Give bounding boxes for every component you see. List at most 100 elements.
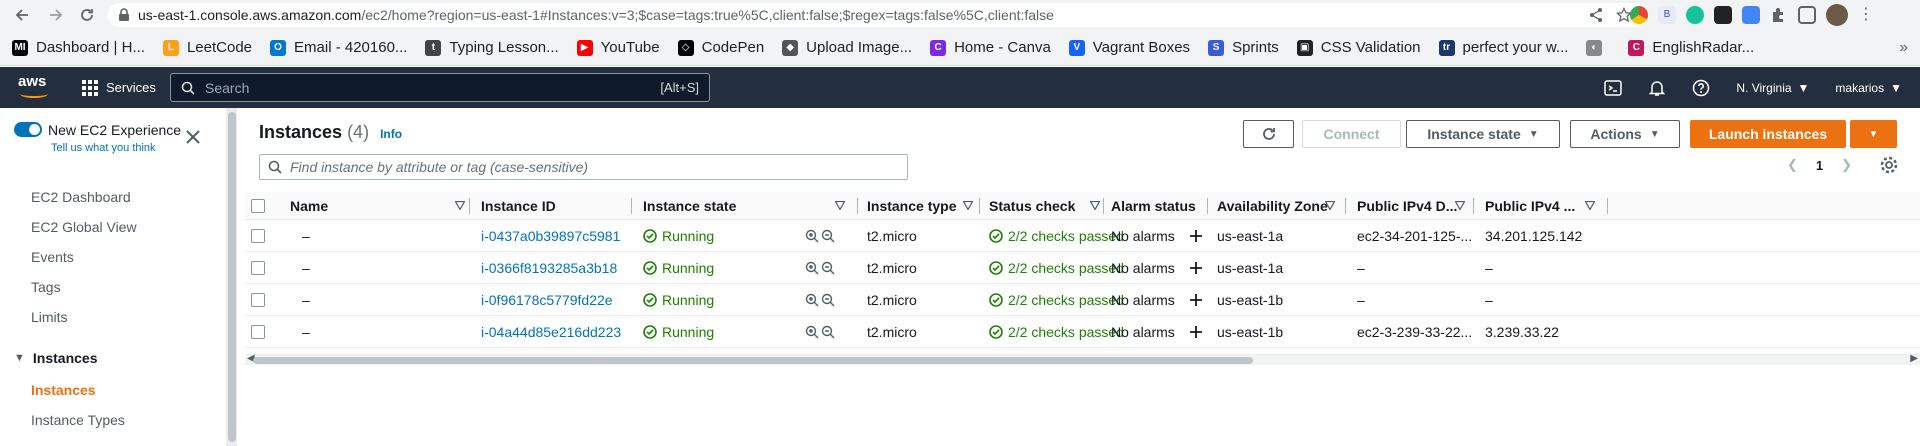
zoom-out-icon[interactable] [821, 325, 835, 339]
profile-avatar[interactable] [1826, 4, 1848, 26]
aws-search-input[interactable]: Search [Alt+S] [170, 73, 710, 102]
table-row[interactable]: – i-04a44d85e216dd223 Running t2.micro 2/2 c… [245, 316, 1920, 348]
region-selector[interactable]: N. Virginia ▼ [1736, 81, 1809, 95]
sidebar-item-limits[interactable]: Limits [31, 309, 68, 325]
add-alarm-icon[interactable] [1189, 252, 1203, 284]
zoom-in-icon[interactable] [805, 325, 819, 339]
current-page[interactable]: 1 [1816, 158, 1823, 173]
bookmark-item[interactable]: C EnglishRadar... [1628, 39, 1754, 56]
bookmark-item[interactable]: ◆ Upload Image... [782, 39, 912, 56]
b-extension-icon[interactable]: B [1658, 6, 1676, 24]
column-header[interactable]: Public IPv4 D... [1357, 192, 1457, 220]
table-row[interactable]: – i-0366f8193285a3b18 Running t2.micro 2/2 c… [245, 252, 1920, 284]
info-link[interactable]: Info [380, 127, 402, 141]
table-row[interactable]: – i-0f96178c5779fd22e Running t2.micro 2/2 c… [245, 284, 1920, 316]
find-instance-input[interactable]: Find instance by attribute or tag (case-… [259, 154, 908, 180]
column-header[interactable]: Name [290, 192, 328, 220]
zoom-icons[interactable] [805, 252, 835, 284]
sidebar-item-events[interactable]: Events [31, 249, 74, 265]
bookmark-item[interactable]: tr perfect your w... [1438, 39, 1568, 56]
share-icon[interactable] [1588, 7, 1604, 23]
grammarly-icon[interactable] [1686, 6, 1704, 24]
cloudshell-icon[interactable] [1604, 79, 1623, 97]
translate-icon[interactable] [1742, 6, 1760, 24]
reload-icon[interactable] [74, 2, 100, 28]
table-row[interactable]: – i-0437a0b39897c5981 Running t2.micro 2/2 c… [245, 220, 1920, 252]
puzzle-icon[interactable] [1770, 6, 1788, 24]
launch-dropdown-button[interactable]: ▼ [1850, 120, 1897, 148]
table-horizontal-scrollbar[interactable]: ◀ ▶ [245, 353, 1920, 365]
sidepanel-icon[interactable] [1798, 6, 1816, 24]
sort-caret-icon[interactable] [1585, 201, 1595, 210]
feedback-link[interactable]: Tell us what you think [51, 142, 156, 154]
refresh-button[interactable] [1243, 120, 1294, 148]
bookmark-item[interactable]: L LeetCode [162, 39, 252, 56]
sort-caret-icon[interactable] [455, 201, 465, 210]
instance-id-link[interactable]: i-0f96178c5779fd22e [481, 292, 613, 308]
sidebar-scrollbar[interactable] [227, 108, 237, 446]
sidebar-item-instances[interactable]: Instances [31, 382, 96, 398]
zoom-out-icon[interactable] [821, 229, 835, 243]
connect-button[interactable]: Connect [1302, 120, 1401, 148]
instance-state-button[interactable]: Instance state ▼ [1406, 120, 1560, 148]
bookmark-item[interactable]: O Email - 420160... [270, 39, 407, 56]
zoom-icons[interactable] [805, 220, 835, 252]
back-icon[interactable] [10, 2, 36, 28]
sort-caret-icon[interactable] [1325, 201, 1335, 210]
sidebar-item-ec2-dashboard[interactable]: EC2 Dashboard [31, 189, 131, 205]
column-header[interactable]: Instance state [643, 192, 736, 220]
bookmark-item[interactable]: ◐ [1586, 39, 1610, 56]
forward-icon[interactable] [42, 2, 68, 28]
bookmark-item[interactable]: t Typing Lesson... [425, 39, 559, 56]
bell-icon[interactable] [1648, 79, 1666, 97]
help-icon[interactable] [1692, 79, 1710, 97]
account-menu[interactable]: makarios ▼ [1835, 81, 1902, 95]
browser-menu-icon[interactable]: ⋮ [1858, 6, 1874, 24]
row-checkbox[interactable] [251, 220, 265, 252]
bookmarks-overflow-icon[interactable]: » [1899, 39, 1908, 57]
actions-button[interactable]: Actions ▼ [1570, 120, 1680, 148]
spy-extension-icon[interactable] [1714, 6, 1732, 24]
gear-icon[interactable] [1880, 156, 1898, 174]
row-checkbox[interactable] [251, 252, 265, 284]
bookmark-item[interactable]: C Home - Canva [930, 39, 1051, 56]
chrome-extension-icon[interactable] [1630, 6, 1648, 24]
row-checkbox[interactable] [251, 284, 265, 316]
column-header[interactable]: Alarm status [1111, 192, 1196, 220]
zoom-out-icon[interactable] [821, 293, 835, 307]
services-menu[interactable]: Services [82, 79, 156, 96]
row-checkbox[interactable] [251, 316, 265, 348]
instance-id-link[interactable]: i-04a44d85e216dd223 [481, 324, 621, 340]
add-alarm-icon[interactable] [1189, 284, 1203, 316]
aws-logo[interactable]: aws [18, 74, 52, 101]
zoom-icons[interactable] [805, 284, 835, 316]
add-alarm-icon[interactable] [1189, 316, 1203, 348]
sort-caret-icon[interactable] [835, 201, 845, 210]
sort-caret-icon[interactable] [1455, 201, 1465, 210]
sidebar-item-instance-types[interactable]: Instance Types [31, 412, 125, 428]
column-header[interactable]: Status check [989, 192, 1075, 220]
launch-instances-button[interactable]: Launch instances [1690, 120, 1846, 148]
zoom-in-icon[interactable] [805, 261, 819, 275]
instance-id-link[interactable]: i-0437a0b39897c5981 [481, 228, 620, 244]
sidebar-item-ec2-global-view[interactable]: EC2 Global View [31, 219, 137, 235]
zoom-icons[interactable] [805, 316, 835, 348]
zoom-in-icon[interactable] [805, 293, 819, 307]
column-header[interactable]: Availability Zone [1217, 192, 1328, 220]
new-experience-toggle[interactable] [14, 122, 42, 137]
close-icon[interactable] [186, 130, 200, 144]
add-alarm-icon[interactable] [1189, 220, 1203, 252]
zoom-out-icon[interactable] [821, 261, 835, 275]
chevron-right-icon[interactable]: ❯ [1841, 157, 1852, 173]
sort-caret-icon[interactable] [963, 201, 973, 210]
column-header[interactable]: Instance ID [481, 192, 556, 220]
bookmark-item[interactable]: ▣ CSS Validation [1296, 39, 1421, 56]
address-bar[interactable]: us-east-1.console.aws.amazon.com/ec2/hom… [108, 3, 1648, 27]
scroll-right-icon[interactable]: ▶ [1910, 353, 1918, 364]
column-header[interactable]: Instance type [867, 192, 956, 220]
zoom-in-icon[interactable] [805, 229, 819, 243]
bookmark-item[interactable]: MI Dashboard | H... [12, 39, 145, 56]
sidebar-section-instances[interactable]: ▼ Instances [14, 350, 97, 366]
bookmark-item[interactable]: ▶ YouTube [576, 39, 660, 56]
chevron-left-icon[interactable]: ❮ [1787, 157, 1798, 173]
